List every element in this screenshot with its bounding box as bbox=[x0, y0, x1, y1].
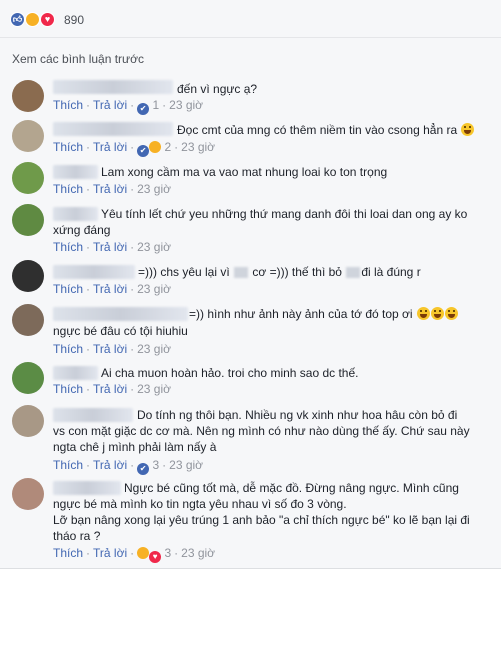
like-action[interactable]: Thích bbox=[53, 546, 83, 560]
comment-text: Ai cha muon hoàn hảo. troi cho minh sao … bbox=[101, 366, 359, 380]
like-icon: ✔ bbox=[137, 103, 150, 115]
comments-panel: 👍︎ ♥ 890 Xem các bình luận trước đến vì … bbox=[0, 0, 501, 569]
comment-actions: Thích · Trả lời · ✔ 3 · 23 giờ bbox=[53, 458, 204, 475]
reply-action[interactable]: Trả lời bbox=[93, 342, 127, 356]
commenter-name[interactable] bbox=[53, 481, 121, 495]
comment-time[interactable]: 23 giờ bbox=[181, 546, 215, 560]
laughing-emoji-icon bbox=[461, 123, 475, 136]
comment-time[interactable]: 23 giờ bbox=[137, 182, 171, 196]
comment-time[interactable]: 23 giờ bbox=[181, 140, 215, 154]
comment-text: tháo ra ? bbox=[53, 529, 101, 543]
comment-reaction-count[interactable]: 1 bbox=[152, 98, 159, 112]
comment-actions: Thích · Trả lời · ♥ 3 · 23 giờ bbox=[53, 546, 216, 563]
comment-text: Do tính ng thôi bạn. Nhiều ng vk xinh nh… bbox=[137, 408, 458, 422]
avatar[interactable] bbox=[12, 162, 44, 194]
reply-action[interactable]: Trả lời bbox=[93, 282, 127, 296]
haha-icon bbox=[137, 547, 150, 559]
like-action[interactable]: Thích bbox=[53, 140, 83, 154]
reply-action[interactable]: Trả lời bbox=[93, 458, 127, 472]
reply-action[interactable]: Trả lời bbox=[93, 182, 127, 196]
comment-text: =))) chs yêu lại vì cơ =))) thế thì bỏ đ… bbox=[138, 265, 421, 279]
like-action[interactable]: Thích bbox=[53, 98, 83, 112]
comment-text: xứng đáng bbox=[53, 223, 111, 237]
like-action[interactable]: Thích bbox=[53, 282, 83, 296]
commenter-name[interactable] bbox=[53, 307, 188, 321]
avatar[interactable] bbox=[12, 204, 44, 236]
comment-reaction-count[interactable]: 3 bbox=[164, 546, 171, 560]
comment-actions: Thích · Trả lời · ✔ 2 · 23 giờ bbox=[53, 140, 216, 157]
comment-text: Đọc cmt của mng có thêm niềm tin vào cso… bbox=[177, 122, 475, 138]
reply-action[interactable]: Trả lời bbox=[93, 98, 127, 112]
comment-actions: Thích · Trả lời · ✔ 1 · 23 giờ bbox=[53, 98, 204, 115]
like-icon: ✔ bbox=[137, 463, 150, 475]
commenter-name[interactable] bbox=[53, 165, 98, 179]
comment-time[interactable]: 23 giờ bbox=[137, 382, 171, 396]
comment-actions: Thích · Trả lời · 23 giờ bbox=[53, 182, 171, 196]
comment-actions: Thích · Trả lời · 23 giờ bbox=[53, 382, 171, 396]
comment-text: =)) hình như ảnh này ảnh của tớ đó top ơ… bbox=[189, 306, 458, 322]
laughing-emoji-icon bbox=[416, 307, 430, 320]
reaction-count[interactable]: 890 bbox=[64, 13, 84, 27]
like-icon: ✔ bbox=[137, 145, 150, 157]
comment-text: Ngực bé cũng tốt mà, dễ mặc đồ. Đừng nân… bbox=[124, 481, 459, 495]
commenter-name[interactable] bbox=[53, 366, 98, 380]
comment-text: ngực bé mà mình ko tin ngta yêu nhau vì … bbox=[53, 497, 347, 511]
avatar[interactable] bbox=[12, 478, 44, 510]
comment-actions: Thích · Trả lời · 23 giờ bbox=[53, 282, 171, 296]
avatar[interactable] bbox=[12, 260, 44, 292]
comment-text: Lỡ bạn nâng xong lại yêu trúng 1 anh bảo… bbox=[53, 513, 470, 527]
comment-text: Yêu tính lết chứ yeu những thứ mang danh… bbox=[101, 207, 468, 221]
avatar[interactable] bbox=[12, 405, 44, 437]
comment-text: vs con mặt giặc dc cơ mà. Nên ng mình có… bbox=[53, 424, 470, 438]
haha-icon bbox=[25, 12, 40, 27]
comment-text: Lam xong cầm ma va vao mat nhung loai ko… bbox=[101, 165, 388, 179]
like-action[interactable]: Thích bbox=[53, 382, 83, 396]
comment-time[interactable]: 23 giờ bbox=[169, 98, 203, 112]
comment-time[interactable]: 23 giờ bbox=[137, 342, 171, 356]
avatar[interactable] bbox=[12, 120, 44, 152]
laughing-emoji-icon bbox=[444, 307, 458, 320]
comment-time[interactable]: 23 giờ bbox=[137, 240, 171, 254]
comment-text: ngực bé đâu có tội hiuhiu bbox=[53, 324, 188, 338]
comment-time[interactable]: 23 giờ bbox=[169, 458, 203, 472]
reply-action[interactable]: Trả lời bbox=[93, 240, 127, 254]
like-action[interactable]: Thích bbox=[53, 240, 83, 254]
like-action[interactable]: Thích bbox=[53, 182, 83, 196]
comment-actions: Thích · Trả lời · 23 giờ bbox=[53, 342, 171, 356]
comment-text: đến vì ngực ạ? bbox=[177, 82, 258, 96]
commenter-name[interactable] bbox=[53, 265, 135, 279]
comment-text: ngta chê j mình phải làm nấy à bbox=[53, 440, 217, 454]
reply-action[interactable]: Trả lời bbox=[93, 546, 127, 560]
comment-reaction-count[interactable]: 3 bbox=[152, 458, 159, 472]
like-action[interactable]: Thích bbox=[53, 458, 83, 472]
reply-action[interactable]: Trả lời bbox=[93, 140, 127, 154]
commenter-name[interactable] bbox=[53, 122, 173, 136]
avatar[interactable] bbox=[12, 362, 44, 394]
avatar[interactable] bbox=[12, 80, 44, 112]
reply-action[interactable]: Trả lời bbox=[93, 382, 127, 396]
comment-reaction-count[interactable]: 2 bbox=[164, 140, 171, 154]
commenter-name[interactable] bbox=[53, 80, 173, 94]
haha-icon bbox=[149, 141, 162, 153]
commenter-name[interactable] bbox=[53, 207, 98, 221]
love-icon: ♥ bbox=[40, 12, 55, 27]
reactions-summary[interactable]: 👍︎ ♥ 890 bbox=[0, 0, 501, 38]
like-action[interactable]: Thích bbox=[53, 342, 83, 356]
avatar[interactable] bbox=[12, 304, 44, 336]
commenter-name[interactable] bbox=[53, 408, 133, 422]
comment-time[interactable]: 23 giờ bbox=[137, 282, 171, 296]
view-previous-comments-link[interactable]: Xem các bình luận trước bbox=[12, 52, 144, 66]
like-icon: 👍︎ bbox=[10, 12, 25, 27]
comment-actions: Thích · Trả lời · 23 giờ bbox=[53, 240, 171, 254]
laughing-emoji-icon bbox=[430, 307, 444, 320]
love-icon: ♥ bbox=[149, 551, 162, 563]
